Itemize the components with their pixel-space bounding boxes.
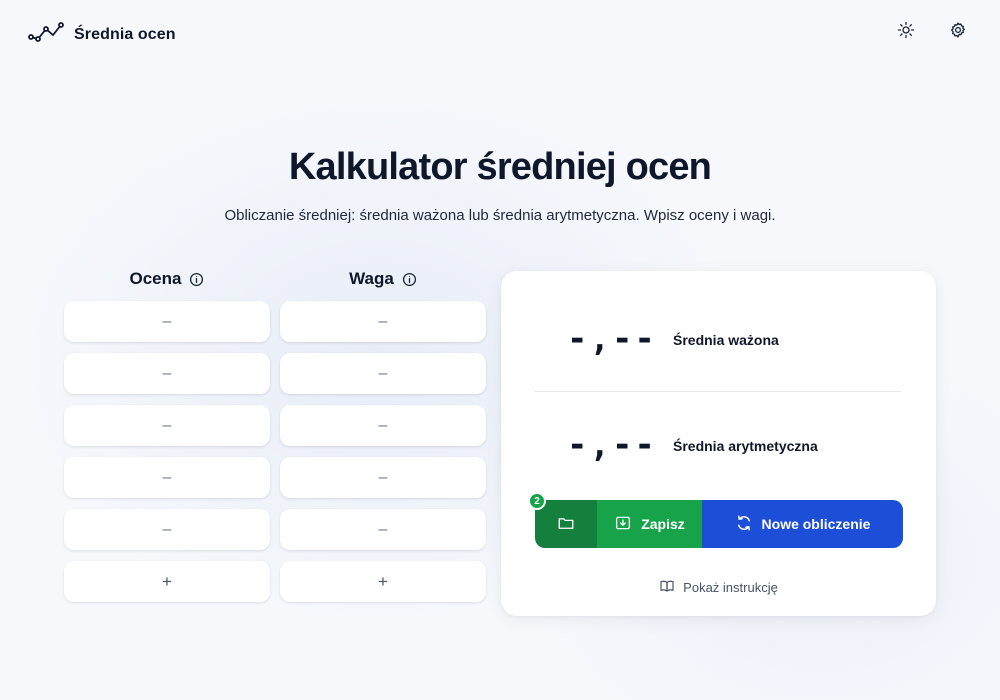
- app-logo[interactable]: Średnia ocen: [28, 21, 176, 48]
- theme-toggle-button[interactable]: [894, 20, 918, 44]
- grade-column-header: Ocena: [64, 268, 270, 290]
- new-calculation-label: Nowe obliczenie: [761, 516, 871, 532]
- weight-input[interactable]: –: [280, 509, 486, 550]
- grade-input[interactable]: –: [64, 405, 270, 446]
- show-instructions-label: Pokaż instrukcję: [683, 580, 778, 595]
- grade-header-label: Ocena: [129, 269, 182, 288]
- new-calculation-button[interactable]: Nowe obliczenie: [702, 500, 903, 548]
- grade-input[interactable]: –: [64, 353, 270, 394]
- folder-icon: [557, 514, 575, 535]
- download-icon: [614, 514, 632, 535]
- weight-input[interactable]: –: [280, 353, 486, 394]
- weighted-average-value: -,--: [567, 319, 657, 359]
- settings-button[interactable]: [946, 20, 970, 44]
- page-title: Kalkulator średniej ocen: [288, 146, 712, 188]
- add-grade-button[interactable]: +: [64, 561, 270, 602]
- sun-icon: [897, 21, 915, 44]
- save-label: Zapisz: [641, 516, 685, 532]
- arithmetic-average-value: -,--: [567, 425, 657, 465]
- saved-count-badge: 2: [528, 492, 546, 510]
- page-subtitle: Obliczanie średniej: średnia ważona lub …: [224, 207, 776, 224]
- action-bar: 2 Zapisz Nowe obliczenie: [528, 492, 903, 548]
- grade-input[interactable]: –: [64, 509, 270, 550]
- arithmetic-average-label: Średnia arytmetyczna: [673, 438, 818, 454]
- weight-input[interactable]: –: [280, 301, 486, 342]
- weight-input[interactable]: –: [280, 457, 486, 498]
- weight-header-label: Waga: [349, 269, 394, 288]
- info-icon[interactable]: [402, 272, 417, 287]
- refresh-icon: [735, 514, 753, 535]
- show-instructions-link[interactable]: Pokaż instrukcję: [501, 578, 936, 597]
- info-icon[interactable]: [189, 272, 204, 287]
- results-card: -,-- Średnia ważona -,-- Średnia arytmet…: [501, 271, 936, 616]
- weight-input[interactable]: –: [280, 405, 486, 446]
- trend-line-icon: [28, 21, 64, 48]
- divider: [535, 391, 901, 392]
- weight-column-header: Waga: [280, 268, 486, 290]
- grade-input[interactable]: –: [64, 457, 270, 498]
- top-bar: Średnia ocen: [0, 0, 1000, 64]
- app-name: Średnia ocen: [74, 25, 176, 43]
- open-saved-button[interactable]: 2: [528, 492, 597, 548]
- add-weight-button[interactable]: +: [280, 561, 486, 602]
- gear-icon: [949, 21, 967, 44]
- save-button[interactable]: Zapisz: [597, 500, 702, 548]
- grade-input[interactable]: –: [64, 301, 270, 342]
- book-icon: [659, 578, 675, 597]
- weighted-average-label: Średnia ważona: [673, 332, 779, 348]
